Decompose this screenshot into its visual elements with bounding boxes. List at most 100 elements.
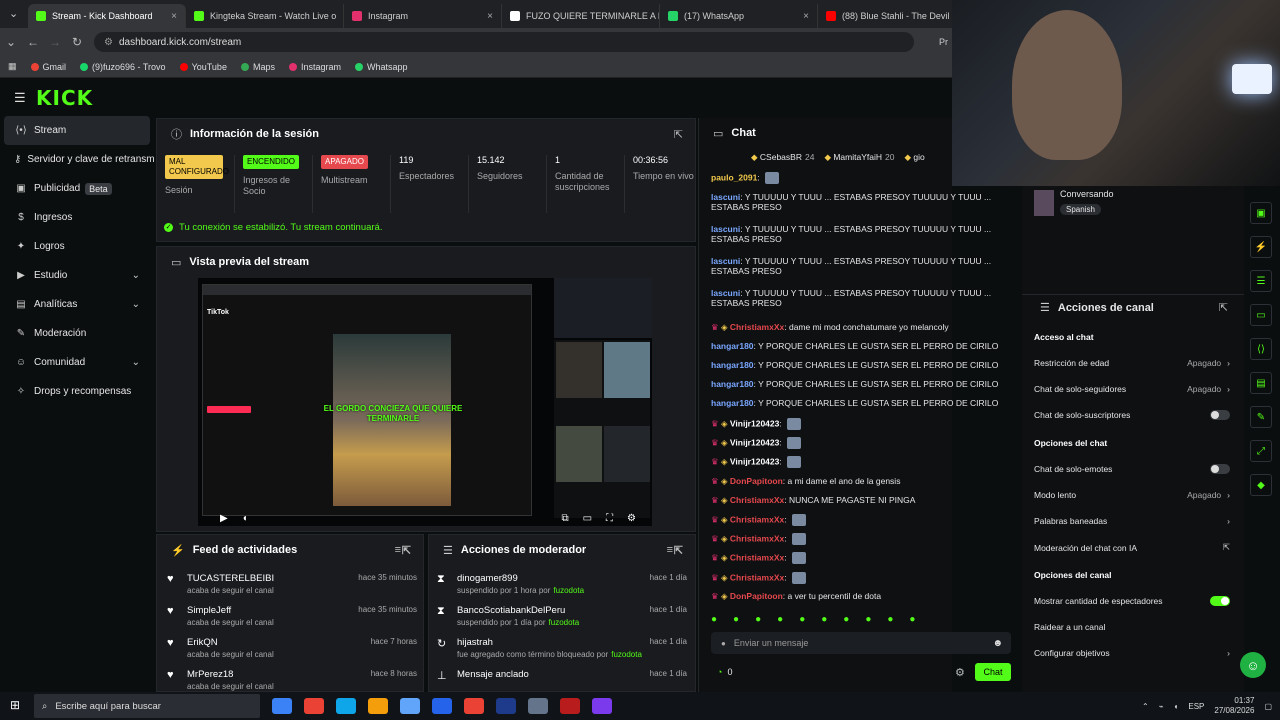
rail-tool-icon[interactable]: ⤢ xyxy=(1250,440,1272,462)
tab-search-icon[interactable]: ⌄ xyxy=(0,35,22,49)
rail-tool-icon[interactable]: ▣ xyxy=(1250,202,1272,224)
actions-item[interactable]: Modo lento Apagado › xyxy=(1034,490,1230,500)
browser-tab[interactable]: FUZO QUIERE TERMINARLE A L× xyxy=(502,4,660,28)
chat-username[interactable]: Vinijr120423 xyxy=(730,418,779,428)
chat-username[interactable]: ChristiamxXx xyxy=(730,533,784,543)
emote-icon[interactable]: ● xyxy=(755,614,761,625)
emote-icon[interactable]: ● xyxy=(821,614,827,625)
feed-name[interactable]: MrPerez18 xyxy=(187,669,274,680)
taskbar-app-icon[interactable] xyxy=(560,698,580,714)
sidebar-item[interactable]: ☺ Comunidad ⌄ xyxy=(0,348,154,377)
sidebar-item[interactable]: ✦ Logros xyxy=(0,232,154,261)
mod-by[interactable]: fuzodota xyxy=(549,618,580,627)
chevron-right-icon[interactable]: › xyxy=(1227,648,1230,658)
emote-icon[interactable]: ● xyxy=(777,614,783,625)
chevron-right-icon[interactable]: › xyxy=(1227,384,1230,394)
rail-tool-icon[interactable]: ▭ xyxy=(1250,304,1272,326)
chat-username[interactable]: ChristiamxXx xyxy=(730,495,784,505)
sidebar-item[interactable]: $ Ingresos xyxy=(0,203,154,232)
gifter[interactable]: ◆ CSebasBR 24 xyxy=(751,152,814,163)
chat-username[interactable]: DonPapitoon xyxy=(730,476,783,486)
actions-item[interactable]: Chat de solo-suscriptores xyxy=(1034,410,1230,420)
bookmark-item[interactable]: Instagram xyxy=(288,62,341,72)
feed-name[interactable]: ErikQN xyxy=(187,637,274,648)
actions-item[interactable]: Chat de solo-emotes xyxy=(1034,464,1230,474)
browser-tab[interactable]: Instagram × xyxy=(344,4,502,28)
emote-icon[interactable]: ● xyxy=(843,614,849,625)
feed-popout-icon[interactable]: ⇱ xyxy=(402,544,411,557)
taskbar-app-icon[interactable] xyxy=(336,698,356,714)
emote-icon[interactable]: ● xyxy=(909,614,915,625)
mod-by[interactable]: fuzodota xyxy=(611,650,642,659)
volume-icon[interactable]: ◖ xyxy=(242,513,248,524)
actions-item[interactable]: Chat de solo-seguidores Apagado › xyxy=(1034,384,1230,394)
profile-button[interactable]: Pr xyxy=(939,37,948,47)
menu-icon[interactable]: ☰ xyxy=(14,90,26,106)
taskbar-app-icon[interactable] xyxy=(592,698,612,714)
network-icon[interactable]: ⌁ xyxy=(1159,702,1164,711)
chat-username[interactable]: hangar180 xyxy=(711,379,754,389)
bookmark-item[interactable]: Maps xyxy=(240,62,275,72)
toggle-switch[interactable] xyxy=(1210,410,1230,420)
chat-username[interactable]: ChristiamxXx xyxy=(730,572,784,582)
toggle-switch[interactable] xyxy=(1210,464,1230,474)
browser-tab[interactable]: Kingteka Stream - Watch Live o× xyxy=(186,4,344,28)
chat-username[interactable]: hangar180 xyxy=(711,398,754,408)
chat-username[interactable]: Vinijr120423 xyxy=(730,437,779,447)
actions-item[interactable]: Palabras baneadas › xyxy=(1034,516,1230,526)
actions-popout-icon[interactable]: ⇱ xyxy=(1219,301,1228,314)
sidebar-item[interactable]: ▤ Analíticas ⌄ xyxy=(0,290,154,319)
taskbar-app-icon[interactable] xyxy=(464,698,484,714)
chat-username[interactable]: lascuni xyxy=(711,256,740,266)
emote-icon[interactable]: ● xyxy=(733,614,739,625)
support-chat-icon[interactable]: ☺ xyxy=(1240,652,1266,678)
message-input[interactable]: ● Enviar un mensaje ☻ xyxy=(711,632,1011,654)
fullscreen-icon[interactable]: ⛶ xyxy=(606,513,613,524)
chat-username[interactable]: paulo_2091 xyxy=(711,172,757,182)
taskbar-app-icon[interactable] xyxy=(272,698,292,714)
chat-username[interactable]: lascuni xyxy=(711,288,740,298)
rail-tool-icon[interactable]: ⟨⟩ xyxy=(1250,338,1272,360)
emote-icon[interactable]: ● xyxy=(711,614,717,625)
bookmark-item[interactable]: YouTube xyxy=(179,62,227,72)
chevron-down-icon[interactable]: ⌄ xyxy=(132,357,140,368)
windows-start-icon[interactable]: ⊞ xyxy=(10,698,20,712)
chevron-right-icon[interactable]: › xyxy=(1227,516,1230,526)
notifications-icon[interactable]: ▢ xyxy=(1264,702,1272,711)
gifter[interactable]: ◆ gio xyxy=(904,152,927,163)
rail-tool-icon[interactable]: ▤ xyxy=(1250,372,1272,394)
chat-username[interactable]: hangar180 xyxy=(711,360,754,370)
theater-icon[interactable]: ▭ xyxy=(583,513,592,524)
mod-filter-icon[interactable]: ≡ xyxy=(667,544,673,556)
mod-target[interactable]: dinogamer899 xyxy=(457,573,584,584)
channel-points[interactable]: ◔ 0 xyxy=(717,667,732,677)
actions-item[interactable]: Configurar objetivos › xyxy=(1034,648,1230,658)
rail-tool-icon[interactable]: ◆ xyxy=(1250,474,1272,496)
mod-target[interactable]: hijastrah xyxy=(457,637,642,648)
chat-username[interactable]: ChristiamxXx xyxy=(730,322,784,332)
chat-settings-icon[interactable]: ⚙ xyxy=(955,666,965,679)
chat-username[interactable]: ChristiamxXx xyxy=(730,552,784,562)
taskbar-app-icon[interactable] xyxy=(368,698,388,714)
back-icon[interactable]: ← xyxy=(22,35,44,49)
bookmark-item[interactable]: Whatsapp xyxy=(355,62,408,72)
bookmark-item[interactable]: (9)fuzo696 - Trovo xyxy=(80,62,166,72)
forward-icon[interactable]: → xyxy=(44,35,66,49)
language-indicator[interactable]: ESP xyxy=(1188,702,1204,711)
external-link-icon[interactable]: ⇱ xyxy=(1223,542,1230,553)
taskbar-app-icon[interactable] xyxy=(432,698,452,714)
emote-icon[interactable]: ● xyxy=(865,614,871,625)
taskbar-app-icon[interactable] xyxy=(304,698,324,714)
popout-icon[interactable]: ⇱ xyxy=(674,128,683,141)
sidebar-item[interactable]: ▶ Estudio ⌄ xyxy=(0,261,154,290)
apps-grid-icon[interactable]: ▦ xyxy=(8,61,17,72)
chat-username[interactable]: Vinijr120423 xyxy=(730,456,779,466)
category-name[interactable]: Conversando xyxy=(1060,189,1114,199)
mod-target[interactable]: Mensaje anclado xyxy=(457,669,529,680)
pip-icon[interactable]: ⧉ xyxy=(561,513,568,524)
volume-tray-icon[interactable]: ◖ xyxy=(1174,702,1179,711)
bookmark-item[interactable]: Gmail xyxy=(30,62,66,72)
gifter[interactable]: ◆ MamitaYfaiH 20 xyxy=(824,152,894,163)
sidebar-item[interactable]: ▣ Publicidad Beta xyxy=(0,174,154,203)
chevron-down-icon[interactable]: ⌄ xyxy=(132,270,140,281)
